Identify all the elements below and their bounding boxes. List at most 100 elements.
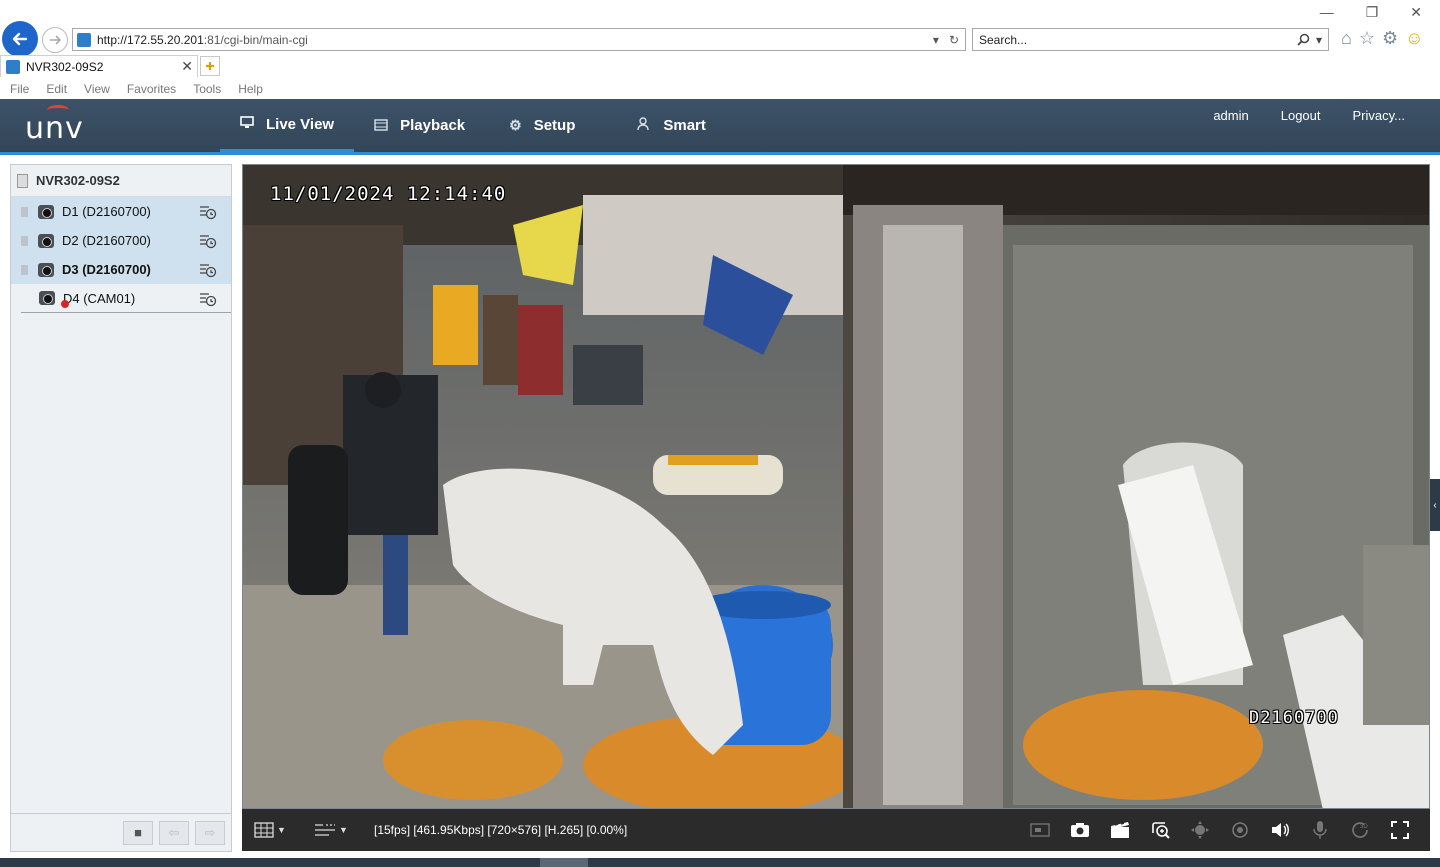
live-video-window[interactable]: 11/01/2024 12:14:40 D2160700 [242, 164, 1430, 809]
nvr-device-icon [17, 173, 28, 188]
back-button[interactable] [2, 21, 38, 57]
close-window-icon[interactable]: ✕ [1410, 4, 1422, 21]
refresh-icon[interactable]: ↻ [949, 33, 959, 47]
camera-offline-icon [39, 291, 55, 305]
arrow-right-icon [50, 35, 62, 45]
stream-type-button[interactable]: ▼ [314, 817, 356, 843]
video-tools: 3D [1030, 820, 1430, 840]
settings-gear-icon[interactable]: ⚙ [1382, 28, 1398, 49]
record-schedule-icon[interactable] [199, 233, 217, 252]
svg-text:3D: 3D [1360, 824, 1368, 830]
two-way-talk-icon[interactable] [1310, 820, 1330, 840]
smiley-feedback-icon[interactable]: ☺ [1405, 28, 1423, 49]
collapse-panel-toggle[interactable]: ‹ [1430, 479, 1440, 531]
forward-button[interactable] [42, 27, 68, 53]
tab-title: NVR302-09S2 [26, 59, 104, 74]
channel-d4[interactable]: D4 (CAM01) [21, 284, 231, 313]
camera-online-icon [38, 262, 54, 277]
minimize-icon[interactable]: — [1320, 4, 1334, 21]
device-root-node[interactable]: NVR302-09S2 [11, 165, 231, 197]
digital-zoom-icon[interactable] [1150, 820, 1170, 840]
unv-logo: unv [25, 105, 84, 146]
menu-favorites[interactable]: Favorites [127, 82, 176, 96]
site-favicon-icon [77, 32, 91, 47]
username-link[interactable]: admin [1213, 108, 1248, 123]
browser-toolbar: ⌂ ☆ ⚙ ☺ [1341, 28, 1424, 49]
osd-camera-name: D2160700 [1249, 708, 1339, 728]
record-schedule-icon[interactable] [199, 262, 217, 281]
logout-link[interactable]: Logout [1281, 108, 1321, 123]
channel-d1[interactable]: D1 (D2160700) [11, 197, 231, 226]
camera-online-icon [38, 204, 54, 219]
drag-handle-icon[interactable] [21, 235, 28, 246]
url-host: http://172.55.20.201 [97, 32, 204, 47]
drag-handle-icon[interactable] [21, 206, 28, 217]
menu-view[interactable]: View [84, 82, 110, 96]
previous-page-button[interactable]: ⇦ [159, 820, 189, 845]
menu-file[interactable]: File [10, 82, 29, 96]
stop-icon: ■ [134, 825, 142, 840]
ptz-control-icon[interactable] [1190, 820, 1210, 840]
chevron-down-icon: ▼ [339, 825, 348, 835]
chevron-left-icon: ‹ [1433, 499, 1437, 511]
grid-layout-icon [254, 822, 274, 838]
channel-d2[interactable]: D2 (D2160700) [11, 226, 231, 255]
address-bar[interactable]: http://172.55.20.201:81/cgi-bin/main-cgi… [72, 28, 966, 51]
3d-positioning-icon[interactable]: 3D [1350, 820, 1370, 840]
offline-status-icon [61, 300, 69, 308]
record-schedule-icon[interactable] [199, 204, 217, 223]
record-clapper-icon[interactable] [1110, 820, 1130, 840]
user-links: admin Logout Privacy... [1213, 108, 1405, 123]
browser-menubar: File Edit View Favorites Tools Help [0, 78, 1440, 99]
person-icon [637, 117, 651, 134]
arrow-right-icon: ⇨ [204, 824, 216, 840]
menu-tools[interactable]: Tools [193, 82, 221, 96]
image-adjust-icon[interactable] [1230, 820, 1250, 840]
header-accent-line [0, 152, 1440, 155]
arrow-left-icon [12, 32, 28, 46]
favorites-star-icon[interactable]: ☆ [1359, 28, 1375, 49]
dropdown-icon[interactable]: ▾ [933, 33, 939, 47]
screen-layout-button[interactable]: ▼ [254, 817, 296, 843]
privacy-link[interactable]: Privacy... [1353, 108, 1406, 123]
audio-speaker-icon[interactable] [1270, 820, 1290, 840]
close-tab-icon[interactable]: ✕ [181, 58, 193, 75]
home-icon[interactable]: ⌂ [1341, 28, 1352, 49]
logo-text: unv [25, 111, 84, 146]
url-path: :81/cgi-bin/main-cgi [203, 32, 308, 47]
logo-arc [47, 105, 69, 115]
channel-label: D2 (D2160700) [62, 233, 151, 248]
menu-help[interactable]: Help [238, 82, 263, 96]
browser-titlebar: — ❐ ✕ http://172.55.20.201:81/cgi-bin/ma… [0, 0, 1440, 78]
stop-all-button[interactable]: ■ [123, 820, 153, 845]
nav-setup[interactable]: ⚙ Setup [485, 99, 595, 152]
menu-edit[interactable]: Edit [46, 82, 67, 96]
search-dropdown-icon[interactable]: ▾ [1316, 33, 1322, 47]
search-input[interactable]: Search... ▾ [972, 28, 1329, 51]
record-schedule-icon[interactable] [199, 291, 217, 310]
search-icon[interactable] [1297, 33, 1310, 46]
device-name: NVR302-09S2 [36, 173, 120, 188]
osd-datetime: 11/01/2024 12:14:40 [270, 183, 507, 205]
fullscreen-icon[interactable] [1390, 820, 1410, 840]
nav-smart[interactable]: Smart [595, 99, 726, 152]
nav-playback[interactable]: Playback [354, 99, 485, 152]
arrow-left-icon: ⇦ [168, 824, 180, 840]
channel-label: D4 (CAM01) [63, 290, 136, 306]
channel-d3[interactable]: D3 (D2160700) [11, 255, 231, 284]
restore-icon[interactable]: ❐ [1366, 4, 1379, 21]
next-page-button[interactable]: ⇨ [195, 820, 225, 845]
gear-icon: ⚙ [509, 117, 522, 133]
browser-tab[interactable]: NVR302-09S2 ✕ [0, 55, 198, 77]
footer-handle [540, 858, 588, 867]
stream-toggle-icon[interactable] [1030, 820, 1050, 840]
search-placeholder: Search... [979, 32, 1028, 47]
nav-live-view-label: Live View [266, 115, 335, 133]
camera-online-icon [38, 233, 54, 248]
monitor-icon [240, 116, 254, 132]
snapshot-camera-icon[interactable] [1070, 820, 1090, 840]
nav-live-view[interactable]: Live View [220, 99, 355, 152]
new-tab-button[interactable]: ✚ [200, 56, 220, 76]
drag-handle-icon[interactable] [21, 264, 28, 275]
channel-label: D1 (D2160700) [62, 204, 151, 219]
